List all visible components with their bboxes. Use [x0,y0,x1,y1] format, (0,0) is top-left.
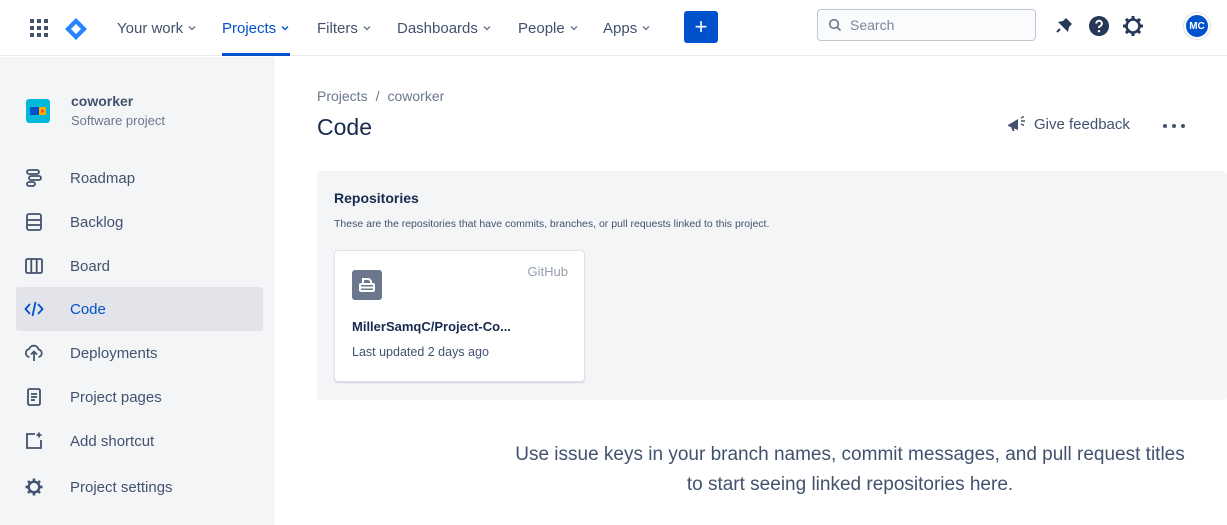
chevron-down-icon [363,26,371,31]
settings-icon [25,478,43,496]
breadcrumb-projects-link[interactable]: Projects [317,88,368,104]
project-type: Software project [71,113,165,128]
sidebar-item-board[interactable]: Board [16,244,263,288]
help-icon[interactable] [1087,14,1111,38]
more-actions-button[interactable] [1160,115,1188,137]
create-button[interactable]: + [684,11,718,43]
sidebar-item-label: Deployments [70,344,158,362]
deployments-icon [24,344,43,361]
search-box[interactable] [817,9,1036,41]
settings-gear-icon[interactable] [1121,14,1145,38]
nav-projects[interactable]: Projects [222,0,291,56]
search-input[interactable] [850,17,1020,33]
hint-line-1: Use issue keys in your branch names, com… [515,444,1185,465]
project-name: coworker [71,93,134,109]
project-avatar-icon [26,99,50,123]
repository-host: GitHub [527,264,568,279]
repository-card[interactable]: GitHub MillerSamqC/Project-Co... Last up… [334,250,585,382]
nav-apps[interactable]: Apps [603,0,651,56]
nav-projects-label: Projects [222,19,277,37]
nav-apps-label: Apps [603,19,638,37]
hint-line-2: to start seeing linked repositories here… [686,474,1014,495]
nav-dashboards[interactable]: Dashboards [397,0,492,56]
chevron-down-icon [570,26,578,31]
chevron-down-icon [188,26,196,31]
nav-people[interactable]: People [518,0,579,56]
nav-dashboards-label: Dashboards [397,19,478,37]
sidebar-item-roadmap[interactable]: Roadmap [16,156,263,200]
top-navigation: Your work Projects Filters Dashboards Pe… [0,0,1227,56]
repository-icon [352,270,382,300]
backlog-icon [26,213,42,231]
page-title: Code [317,114,372,140]
give-feedback-button[interactable]: Give feedback [1006,115,1130,133]
pages-icon [27,388,41,406]
jira-logo-icon[interactable] [64,17,88,41]
sidebar-item-project-pages[interactable]: Project pages [16,375,263,419]
sidebar-item-label: Board [70,257,111,275]
roadmap-icon [26,169,42,187]
nav-your-work-label: Your work [117,19,184,37]
breadcrumb-project-link[interactable]: coworker [387,88,444,104]
breadcrumb-separator: / [375,88,380,104]
repositories-description: These are the repositories that have com… [334,218,770,230]
user-avatar[interactable]: MC [1184,13,1210,39]
chevron-down-icon [483,26,491,31]
project-sidebar: coworker Software project Roadmap Backlo… [0,57,274,525]
nav-filters[interactable]: Filters [317,0,372,56]
sidebar-item-label: Code [70,300,106,318]
sidebar-item-label: Backlog [70,213,124,231]
board-icon [25,258,43,274]
nav-people-label: People [518,19,565,37]
sidebar-item-label: Project settings [70,478,173,496]
sidebar-item-code[interactable]: Code [16,287,263,331]
chevron-down-icon [642,26,650,31]
sidebar-item-label: Add shortcut [70,432,155,450]
sidebar-item-deployments[interactable]: Deployments [16,331,263,375]
nav-filters-label: Filters [317,19,358,37]
search-icon [828,18,842,32]
more-dot-icon [1163,124,1167,128]
sidebar-item-label: Project pages [70,388,162,406]
project-header[interactable]: coworker Software project [26,93,165,128]
nav-your-work[interactable]: Your work [117,0,197,56]
repository-name[interactable]: MillerSamqC/Project-Co... [352,319,511,334]
repositories-heading: Repositories [334,190,419,206]
linked-repositories-hint: Use issue keys in your branch names, com… [410,440,1227,500]
megaphone-icon [1008,115,1025,131]
add-shortcut-icon [26,432,42,449]
more-dot-icon [1172,124,1176,128]
code-icon [24,301,44,317]
give-feedback-label: Give feedback [1034,115,1130,133]
repository-updated: Last updated 2 days ago [352,345,489,359]
sidebar-item-project-settings[interactable]: Project settings [16,465,263,509]
chevron-down-icon [281,26,289,31]
repositories-panel: Repositories These are the repositories … [317,171,1227,400]
sidebar-item-backlog[interactable]: Backlog [16,200,263,244]
more-dot-icon [1181,124,1185,128]
notifications-icon[interactable] [1052,14,1076,38]
sidebar-item-label: Roadmap [70,169,136,187]
breadcrumb: Projects / coworker [317,88,444,104]
sidebar-item-add-shortcut[interactable]: Add shortcut [16,419,263,463]
app-switcher-icon[interactable] [28,17,50,39]
